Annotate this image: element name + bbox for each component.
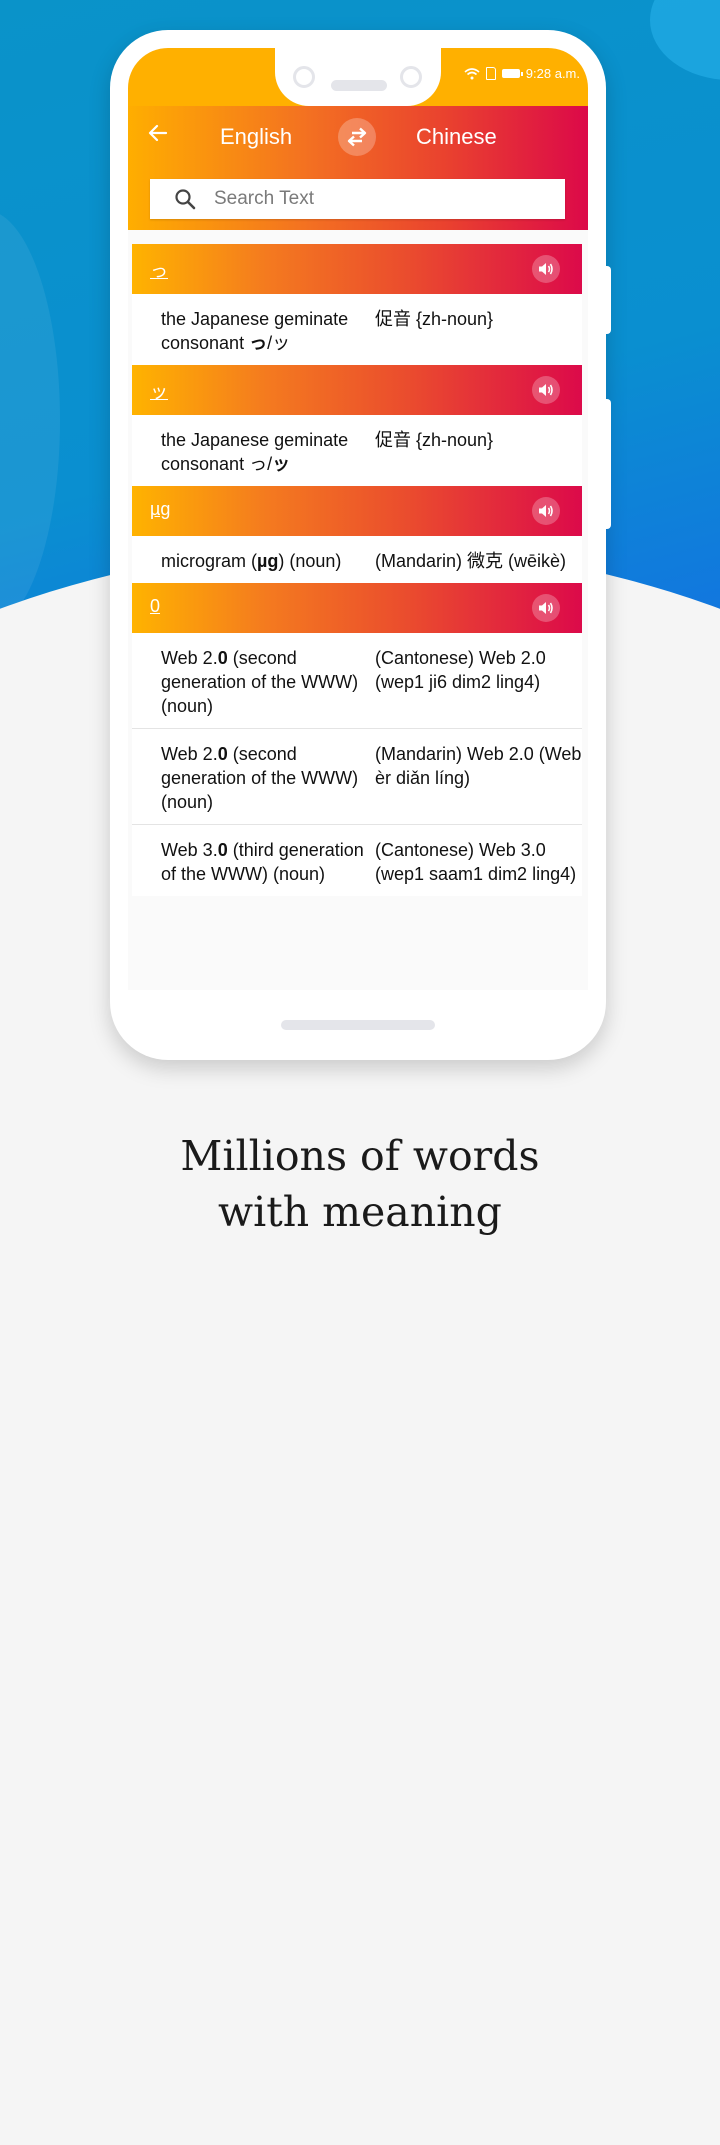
english-text-part: microgram ( bbox=[161, 551, 258, 571]
speaker-icon bbox=[539, 505, 553, 517]
english-text-part: the Japanese geminate consonant っ/ bbox=[161, 430, 349, 474]
search-bar[interactable] bbox=[150, 179, 565, 219]
highlighted-term: っ bbox=[249, 333, 268, 353]
pronounce-button[interactable] bbox=[532, 255, 560, 283]
pronounce-button[interactable] bbox=[532, 594, 560, 622]
chinese-text: (Cantonese) Web 3.0 (wep1 saam1 dim2 lin… bbox=[375, 840, 577, 884]
results-list[interactable]: っ the Japanese geminate consonant っ/ッ 促音 {… bbox=[132, 244, 582, 896]
highlighted-term: 0 bbox=[217, 648, 228, 668]
english-text: the Japanese geminate consonant っ/ッ bbox=[132, 307, 375, 355]
caption-line-1: Millions of words bbox=[180, 1132, 540, 1180]
entry-word-link[interactable]: っ bbox=[150, 257, 168, 283]
target-language-button[interactable]: Chinese bbox=[416, 124, 497, 150]
search-icon bbox=[175, 189, 196, 210]
translation-row[interactable]: Web 2.0 (second generation of the WWW) (… bbox=[132, 633, 582, 729]
english-text: Web 2.0 (second generation of the WWW) (… bbox=[132, 742, 375, 814]
translation-row[interactable]: the Japanese geminate consonant っ/ッ 促音 {z… bbox=[132, 294, 582, 365]
entry-header: 0 bbox=[132, 583, 582, 633]
phone-power-button bbox=[603, 399, 611, 529]
back-button[interactable] bbox=[144, 122, 172, 150]
entry-header: っ bbox=[132, 244, 582, 294]
english-text: the Japanese geminate consonant っ/ッ bbox=[132, 428, 375, 476]
english-text-part: Web 2. bbox=[161, 744, 218, 764]
entry-translations: the Japanese geminate consonant っ/ッ 促音 {z… bbox=[132, 415, 582, 486]
pronounce-button[interactable] bbox=[532, 497, 560, 525]
status-icons: 9:28 a.m. bbox=[464, 66, 580, 81]
swap-arrows-icon bbox=[347, 127, 367, 147]
arrow-left-icon bbox=[148, 124, 168, 142]
highlighted-term: ッ bbox=[272, 454, 291, 474]
speaker-icon bbox=[539, 263, 553, 275]
pronounce-button[interactable] bbox=[532, 376, 560, 404]
speaker-icon bbox=[539, 384, 553, 396]
entry-header: ッ bbox=[132, 365, 582, 415]
highlighted-term: 0 bbox=[217, 744, 228, 764]
english-text-part: Web 2. bbox=[161, 648, 218, 668]
translation-row[interactable]: the Japanese geminate consonant っ/ッ 促音 {z… bbox=[132, 415, 582, 486]
translation-row[interactable]: microgram (µg) (noun) (Mandarin) 微克 (wēik… bbox=[132, 536, 582, 583]
entry-word-link[interactable]: µg bbox=[150, 499, 170, 520]
earpiece-speaker bbox=[331, 80, 387, 91]
battery-icon bbox=[501, 69, 523, 78]
sim-icon bbox=[485, 67, 496, 80]
highlighted-term: 0 bbox=[217, 840, 228, 860]
chinese-text: (Mandarin) Web 2.0 (Web èr diǎn líng) bbox=[375, 744, 582, 788]
status-time: 9:28 a.m. bbox=[525, 66, 580, 81]
english-text: Web 2.0 (second generation of the WWW) (… bbox=[132, 646, 375, 718]
speaker-icon bbox=[539, 602, 553, 614]
entry-header: µg bbox=[132, 486, 582, 536]
app-header: English Chinese bbox=[128, 106, 588, 230]
translation-row[interactable]: Web 3.0 (third generation of the WWW) (n… bbox=[132, 825, 582, 896]
sensor-icon bbox=[400, 66, 422, 88]
highlighted-term: µg bbox=[257, 551, 279, 571]
entry-translations: Web 2.0 (second generation of the WWW) (… bbox=[132, 633, 582, 896]
app-screen: 9:28 a.m. English Chinese っthe Japanese … bbox=[128, 48, 588, 990]
english-text-part: ) (noun) bbox=[278, 551, 342, 571]
chinese-text: 促音 {zh-noun} bbox=[375, 309, 494, 329]
chinese-text: (Mandarin) 微克 (wēikè) bbox=[375, 551, 567, 571]
entry-word-link[interactable]: ッ bbox=[150, 378, 168, 404]
wifi-icon bbox=[464, 67, 480, 79]
english-text: Web 3.0 (third generation of the WWW) (n… bbox=[132, 838, 375, 886]
home-indicator[interactable] bbox=[281, 1020, 435, 1030]
translation-row[interactable]: Web 2.0 (second generation of the WWW) (… bbox=[132, 729, 582, 825]
entry-translations: the Japanese geminate consonant っ/ッ 促音 {z… bbox=[132, 294, 582, 365]
entry-word-link[interactable]: 0 bbox=[150, 596, 160, 617]
chinese-text: 促音 {zh-noun} bbox=[375, 430, 494, 450]
chinese-text: (Cantonese) Web 2.0 (wep1 ji6 dim2 ling4… bbox=[375, 648, 546, 692]
phone-volume-button bbox=[603, 266, 611, 334]
entry-translations: microgram (µg) (noun) (Mandarin) 微克 (wēik… bbox=[132, 536, 582, 583]
source-language-button[interactable]: English bbox=[220, 124, 292, 150]
english-text-part: /ッ bbox=[267, 333, 291, 353]
search-input[interactable] bbox=[212, 187, 516, 211]
caption-line-2: with meaning bbox=[218, 1188, 502, 1236]
status-bar: 9:28 a.m. bbox=[128, 48, 588, 106]
english-text-part: Web 3. bbox=[161, 840, 218, 860]
promo-caption: Millions of words with meaning bbox=[0, 1128, 720, 1240]
swap-languages-button[interactable] bbox=[338, 118, 376, 156]
front-camera-icon bbox=[293, 66, 315, 88]
english-text: microgram (µg) (noun) bbox=[132, 549, 375, 573]
